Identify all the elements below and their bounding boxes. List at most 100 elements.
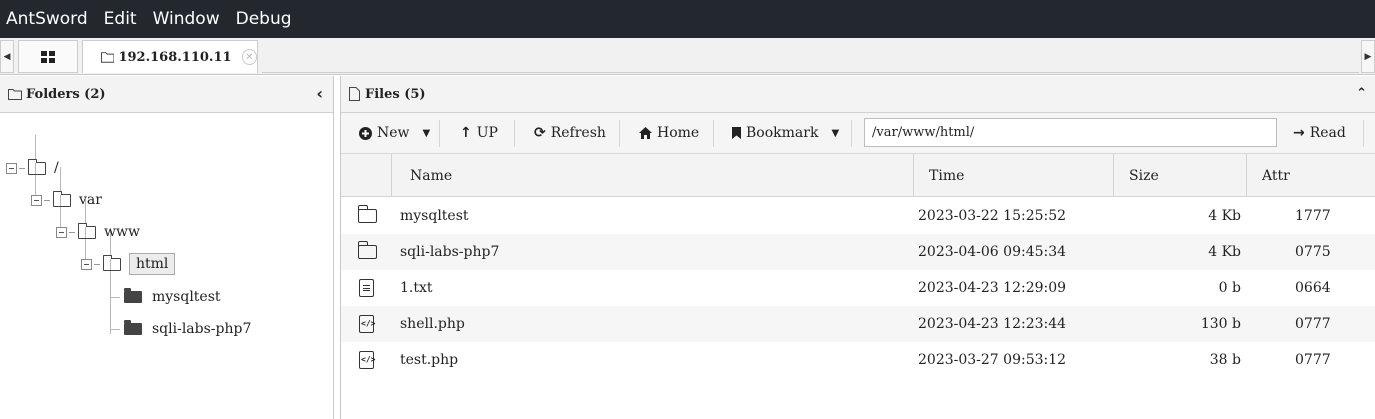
column-header-name[interactable]: Name — [391, 154, 913, 197]
menu-debug[interactable]: Debug — [236, 9, 292, 29]
caret-down-icon: ▼ — [831, 127, 840, 139]
menu-antsword[interactable]: AntSword — [6, 9, 88, 29]
tree-node-www[interactable]: www — [56, 220, 140, 244]
tab-home[interactable] — [18, 40, 78, 73]
files-grid-header: Name Time Size Attr — [341, 154, 1375, 197]
up-button[interactable]: ↑ UP — [460, 113, 498, 153]
folders-title: Folders (2) — [26, 86, 106, 102]
arrow-right-icon: → — [1293, 125, 1305, 141]
collapse-toggle-icon[interactable] — [31, 194, 42, 206]
tab-scroll-left-button[interactable]: ◀ — [0, 40, 14, 73]
folder-icon — [103, 254, 121, 271]
folders-panel: Folders (2) ‹ / var www html mysqltest s… — [0, 76, 334, 419]
caret-down-icon: ▼ — [422, 127, 431, 139]
toolbar-separator — [713, 120, 714, 147]
folder-icon — [124, 320, 142, 335]
tree-node-label: www — [104, 224, 140, 240]
column-size-label: Size — [1129, 167, 1159, 184]
refresh-button[interactable]: ⟳ Refresh — [534, 113, 606, 153]
file-attr: 0664 — [1295, 280, 1331, 296]
collapse-up-icon[interactable]: ⌃ — [1356, 86, 1367, 101]
menu-bar: AntSword Edit Window Debug — [0, 0, 1375, 38]
folder-icon — [101, 52, 115, 63]
refresh-label: Refresh — [550, 125, 606, 141]
up-label: UP — [476, 125, 498, 141]
table-row[interactable]: mysqltest 2023-03-22 15:25:52 4 Kb 1777 — [341, 198, 1375, 234]
folder-icon — [8, 89, 22, 100]
file-attr: 0777 — [1295, 352, 1331, 368]
file-name: 1.txt — [400, 280, 433, 296]
folder-icon — [357, 205, 377, 223]
tree-node-label: var — [79, 192, 102, 208]
text-file-icon — [359, 279, 374, 297]
table-row[interactable]: sqli-labs-php7 2023-04-06 09:45:34 4 Kb … — [341, 234, 1375, 270]
tab-label: 192.168.110.11 — [118, 49, 232, 65]
folders-header: Folders (2) ‹ — [0, 76, 333, 113]
tree-node-label: mysqltest — [152, 289, 221, 305]
toolbar-separator — [514, 120, 515, 147]
grid-icon — [41, 50, 55, 63]
toolbar-separator — [439, 120, 440, 147]
file-time: 2023-04-23 12:29:09 — [918, 280, 1067, 296]
tab-bar: ◀ 192.168.110.11 ✕ ▶ — [0, 38, 1375, 75]
home-label: Home — [657, 125, 700, 141]
toolbar-separator — [619, 120, 620, 147]
column-header-size[interactable]: Size — [1113, 154, 1246, 197]
menu-edit[interactable]: Edit — [104, 9, 137, 29]
column-header-time[interactable]: Time — [913, 154, 1113, 197]
file-name: sqli-labs-php7 — [400, 244, 500, 260]
file-time: 2023-03-22 15:25:52 — [918, 208, 1067, 224]
tab-strip-empty — [262, 40, 1359, 73]
file-name: mysqltest — [400, 208, 469, 224]
collapse-toggle-icon[interactable] — [56, 226, 67, 238]
table-row[interactable]: </> shell.php 2023-04-23 12:23:44 130 b … — [341, 306, 1375, 342]
toolbar-separator — [851, 120, 852, 147]
file-time: 2023-04-23 12:23:44 — [918, 316, 1067, 332]
file-time: 2023-03-27 09:53:12 — [918, 352, 1067, 368]
file-name: shell.php — [400, 316, 465, 332]
tab-shell-session[interactable]: 192.168.110.11 ✕ — [82, 40, 258, 73]
collapse-left-icon[interactable]: ‹ — [316, 84, 323, 103]
file-attr: 1777 — [1295, 208, 1331, 224]
bookmark-icon — [732, 127, 741, 139]
files-title: Files (5) — [365, 86, 426, 102]
toolbar-separator — [1363, 120, 1364, 147]
file-icon — [349, 87, 360, 101]
column-name-label: Name — [410, 167, 453, 184]
tree-node-label: html — [129, 253, 176, 275]
close-tab-icon[interactable]: ✕ — [241, 49, 257, 65]
tab-scroll-right-button[interactable]: ▶ — [1361, 40, 1375, 73]
new-button[interactable]: New ▼ — [359, 113, 430, 153]
file-size: 130 b — [1200, 316, 1241, 332]
tree-node-var[interactable]: var — [31, 188, 102, 212]
file-size: 38 b — [1209, 352, 1241, 368]
new-label: New — [377, 125, 410, 141]
menu-window[interactable]: Window — [153, 9, 220, 29]
collapse-toggle-icon[interactable] — [6, 162, 17, 174]
home-button[interactable]: Home — [639, 113, 699, 153]
tree-connector — [110, 297, 120, 298]
tree-node-sqli-labs-php7[interactable]: sqli-labs-php7 — [124, 317, 251, 341]
collapse-toggle-icon[interactable] — [81, 258, 92, 270]
path-input[interactable] — [864, 118, 1277, 147]
bookmark-label: Bookmark — [746, 125, 819, 141]
file-size: 4 Kb — [1208, 244, 1241, 260]
code-file-icon: </> — [359, 351, 375, 369]
tree-node-html[interactable]: html — [81, 252, 176, 276]
table-row[interactable]: 1.txt 2023-04-23 12:29:09 0 b 0664 — [341, 270, 1375, 306]
plus-circle-icon — [359, 126, 372, 140]
tree-node-root[interactable]: / — [6, 156, 59, 180]
folder-icon — [53, 190, 71, 207]
file-attr: 0775 — [1295, 244, 1331, 260]
refresh-icon: ⟳ — [534, 125, 546, 141]
column-header-attr[interactable]: Attr — [1246, 154, 1375, 197]
table-row[interactable]: </> test.php 2023-03-27 09:53:12 38 b 07… — [341, 342, 1375, 378]
folder-icon — [124, 288, 142, 303]
read-button[interactable]: → Read — [1293, 113, 1346, 153]
tree-node-mysqltest[interactable]: mysqltest — [124, 285, 221, 309]
files-toolbar: New ▼ ↑ UP ⟳ Refresh Home Bookmark ▼ /va… — [341, 113, 1375, 154]
file-attr: 0777 — [1295, 316, 1331, 332]
bookmark-button[interactable]: Bookmark ▼ — [732, 113, 839, 153]
files-panel: Files (5) ⌃ New ▼ ↑ UP ⟳ Refresh Home Bo… — [340, 76, 1375, 419]
file-size: 0 b — [1218, 280, 1241, 296]
